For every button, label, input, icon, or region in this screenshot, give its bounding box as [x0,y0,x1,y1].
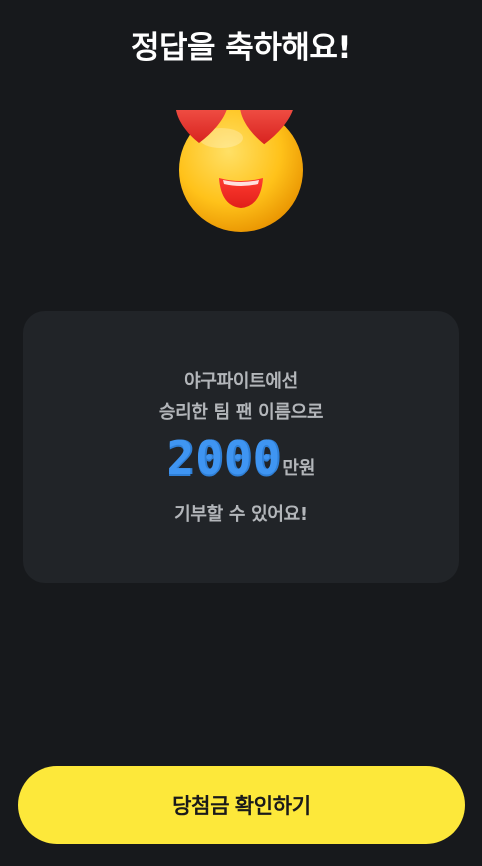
card-line-4: 기부할 수 있어요! [174,504,308,525]
page-title: 정답을 축하해요! [130,30,352,66]
donation-info-card: 야구파이트에선 승리한 팀 팬 이름으로 2000만원 기부할 수 있어요! [23,311,459,583]
donation-amount: 2000 [166,431,282,485]
check-prize-button[interactable]: 당첨금 확인하기 [18,766,465,844]
amount-row: 2000만원 [23,431,459,485]
card-line-2: 승리한 팀 팬 이름으로 [158,402,324,423]
amount-unit: 만원 [282,458,316,479]
check-prize-button-label: 당첨금 확인하기 [172,795,311,818]
heart-eyes-emoji-icon [175,84,307,232]
card-line-1: 야구파이트에선 [184,371,298,392]
